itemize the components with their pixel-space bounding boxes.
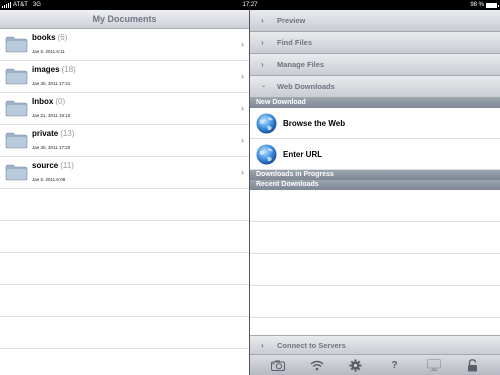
browse-web-button[interactable]: Browse the Web — [250, 108, 500, 139]
documents-pane: My Documents books (6) Jan 5, 2011 6:11 ›… — [0, 10, 249, 375]
document-date: Jan 30, 2011 17:21 — [32, 81, 71, 86]
downloads-in-progress-header: Downloads in Progress — [250, 170, 500, 180]
monitor-icon[interactable] — [426, 357, 442, 373]
enter-url-button[interactable]: Enter URL — [250, 139, 500, 170]
folder-icon — [5, 100, 28, 117]
document-name: private (13) — [32, 129, 75, 138]
folder-icon — [5, 36, 28, 53]
clock: 17:27 — [242, 2, 258, 8]
recent-downloads-header: Recent Downloads — [250, 180, 500, 190]
gear-icon[interactable] — [348, 357, 364, 373]
document-row-inbox[interactable]: Inbox (0) Jan 21, 2011 19:10 › — [0, 93, 249, 125]
globe-icon — [256, 113, 277, 134]
documents-list: books (6) Jan 5, 2011 6:11 › images (18) J… — [0, 29, 249, 349]
camera-icon[interactable] — [270, 357, 286, 373]
section-manage-files[interactable]: › Manage Files — [250, 54, 500, 76]
section-label: Find Files — [277, 38, 313, 47]
document-name: Inbox (0) — [32, 97, 66, 106]
document-row-source[interactable]: source (11) Jan 5, 2011 6:09 › — [0, 157, 249, 189]
document-date: Jan 21, 2011 19:10 — [32, 113, 71, 118]
lock-icon[interactable] — [465, 357, 481, 373]
document-row-private[interactable]: private (13) Jan 30, 2011 17:20 › — [0, 125, 249, 157]
chevron-down-icon: ⌄ — [261, 83, 267, 89]
folder-icon — [5, 164, 28, 181]
document-name: books (6) — [32, 33, 68, 42]
folder-icon — [5, 68, 28, 85]
battery-percent: 98 % — [470, 2, 484, 8]
empty-row — [0, 317, 249, 349]
globe-icon — [256, 144, 277, 165]
section-label: Connect to Servers — [277, 341, 346, 350]
chevron-right-icon: › — [261, 341, 264, 350]
chevron-right-icon: › — [241, 167, 244, 177]
enter-url-label: Enter URL — [283, 150, 323, 159]
bottom-area: › Connect to Servers ? — [250, 335, 500, 375]
document-row-books[interactable]: books (6) Jan 5, 2011 6:11 › — [0, 29, 249, 61]
document-row-images[interactable]: images (18) Jan 30, 2011 17:21 › — [0, 61, 249, 93]
chevron-right-icon: › — [241, 135, 244, 145]
empty-row — [250, 286, 500, 318]
status-bar: AT&T 3G 17:27 98 % — [0, 0, 500, 10]
empty-row — [250, 190, 500, 222]
section-find-files[interactable]: › Find Files — [250, 32, 500, 54]
documents-title: My Documents — [0, 10, 249, 29]
empty-row — [0, 189, 249, 221]
document-name: images (18) — [32, 65, 76, 74]
chevron-right-icon: › — [261, 38, 264, 47]
empty-row — [0, 253, 249, 285]
chevron-right-icon: › — [241, 71, 244, 81]
document-date: Jan 30, 2011 17:20 — [32, 145, 71, 150]
bottom-toolbar: ? — [250, 355, 500, 375]
battery-icon — [486, 2, 499, 8]
document-date: Jan 5, 2011 6:11 — [32, 49, 65, 54]
document-name: source (11) — [32, 161, 74, 170]
section-web-downloads[interactable]: ⌄ Web Downloads — [250, 76, 500, 98]
section-label: Web Downloads — [277, 82, 335, 91]
empty-row — [250, 254, 500, 286]
document-date: Jan 5, 2011 6:09 — [32, 177, 66, 182]
empty-row — [0, 221, 249, 253]
wifi-icon[interactable] — [309, 357, 325, 373]
chevron-right-icon: › — [261, 60, 264, 69]
empty-row — [0, 285, 249, 317]
chevron-right-icon: › — [241, 103, 244, 113]
section-label: Preview — [277, 16, 306, 25]
section-connect-servers[interactable]: › Connect to Servers — [250, 335, 500, 355]
folder-icon — [5, 132, 28, 149]
tools-pane: › Preview › Find Files › Manage Files ⌄ … — [250, 10, 500, 375]
help-icon[interactable]: ? — [387, 357, 403, 373]
empty-row — [250, 222, 500, 254]
section-label: Manage Files — [277, 60, 325, 69]
browse-web-label: Browse the Web — [283, 119, 346, 128]
chevron-right-icon: › — [241, 39, 244, 49]
section-preview[interactable]: › Preview — [250, 10, 500, 32]
chevron-right-icon: › — [261, 16, 264, 25]
new-download-header: New Download — [250, 98, 500, 108]
